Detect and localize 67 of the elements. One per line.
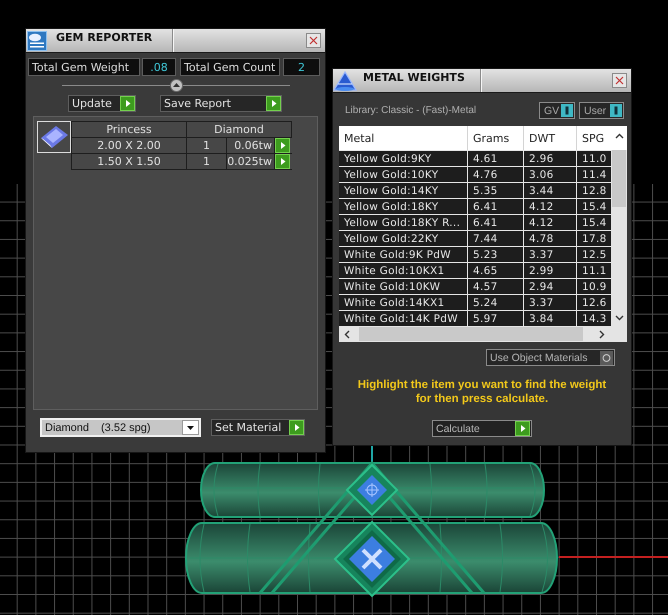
chevron-down-icon[interactable]	[614, 315, 624, 321]
library-label: Library: Classic - (Fast)-Metal	[345, 105, 476, 116]
table-row[interactable]: White Gold:10KW 4.57 2.94 10.9	[339, 278, 611, 294]
toggle-button[interactable]: User	[579, 102, 624, 119]
table-cell-text: 11.0	[581, 152, 608, 166]
horizontal-scrollbar[interactable]	[339, 326, 627, 342]
table-cell-text: 15.4	[581, 200, 608, 214]
column-header: Princess	[72, 122, 187, 138]
chevron-left-icon[interactable]	[344, 330, 350, 338]
table-cell-text: 11.4	[581, 168, 608, 182]
chevron-up-icon[interactable]	[614, 133, 624, 139]
table-row[interactable]: Yellow Gold:9KY 4.61 2.96 11.0	[339, 150, 611, 166]
table-cell: 1	[187, 138, 227, 154]
table-row[interactable]: Yellow Gold:22KY 7.44 4.78 17.8	[339, 230, 611, 246]
material-dropdown[interactable]: Diamond (3.52 spg)	[40, 418, 201, 437]
table-cell: 1.50 X 1.50	[72, 154, 187, 170]
table-row[interactable]: White Gold:14K PdW 5.97 3.84 14.3	[339, 310, 611, 326]
collapse-button[interactable]	[170, 78, 182, 92]
table-cell-text: 12.6	[581, 296, 608, 310]
total-weight-label: Total Gem Weight	[28, 58, 140, 76]
calculate-button[interactable]: Calculate	[432, 420, 532, 437]
table-cell-text: 12.5	[581, 248, 608, 262]
table-row[interactable]: White Gold:10KX1 4.65 2.99 11.1	[339, 262, 611, 278]
close-icon[interactable]	[612, 73, 627, 88]
y-axis-line	[371, 446, 373, 463]
vertical-scrollbar[interactable]	[611, 126, 627, 326]
table-row[interactable]: Yellow Gold:14KY 5.35 3.44 12.8	[339, 182, 611, 198]
gem-icon	[37, 121, 71, 153]
table-row[interactable]: Yellow Gold:10KY 4.76 3.06 11.4	[339, 166, 611, 182]
table-cell-text: 17.8	[581, 232, 608, 246]
play-icon	[515, 421, 530, 436]
scrollbar-thumb[interactable]	[359, 327, 583, 341]
total-weight-value: .08	[142, 58, 176, 76]
play-icon	[289, 420, 304, 435]
play-icon	[266, 96, 281, 111]
save-report-button[interactable]: Save Report	[160, 95, 282, 112]
table-row[interactable]: Yellow Gold:18KY 6.41 4.12 15.4	[339, 198, 611, 214]
table-cell-text: 11.1	[581, 264, 608, 278]
total-count-label: Total Gem Count	[180, 58, 280, 76]
update-button[interactable]: Update	[68, 95, 136, 112]
list-icon	[27, 30, 47, 50]
column-header[interactable]: SPG	[577, 126, 611, 150]
scrollbar-thumb[interactable]	[612, 150, 626, 207]
window-title: METAL WEIGHTS	[363, 71, 466, 85]
instruction-text: Highlight the item you want to find the weight for then press calculate.	[356, 378, 608, 406]
small-gem	[346, 464, 398, 516]
chevron-right-icon[interactable]	[599, 330, 605, 338]
table-cell: 2.00 X 2.00	[72, 138, 187, 154]
triangle-icon	[333, 70, 357, 92]
play-icon[interactable]	[275, 154, 290, 169]
play-icon[interactable]	[275, 138, 290, 153]
table-cell-text: 12.8	[581, 184, 608, 198]
play-icon	[120, 96, 135, 111]
table-cell: 1	[187, 154, 227, 170]
set-material-button[interactable]: Set Material	[211, 419, 305, 436]
table-cell-text: 10.9	[581, 280, 608, 294]
toggle-button[interactable]: GV	[539, 102, 575, 119]
table-row[interactable]: Yellow Gold:18KY R... 6.41 4.12 15.4	[339, 214, 611, 230]
total-count-value: 2	[283, 58, 320, 76]
table-cell-text: 14.3	[581, 312, 608, 326]
window-title: GEM REPORTER	[56, 31, 154, 45]
close-icon[interactable]	[306, 33, 321, 48]
caret-up-icon	[172, 83, 180, 87]
table-row[interactable]: White Gold:9K PdW 5.23 3.37 12.5	[339, 246, 611, 262]
table-row[interactable]: White Gold:14KX1 5.24 3.37 12.6	[339, 294, 611, 310]
use-object-materials-toggle[interactable]: Use Object Materials	[486, 349, 615, 366]
table-cell-text: 15.4	[581, 216, 608, 230]
